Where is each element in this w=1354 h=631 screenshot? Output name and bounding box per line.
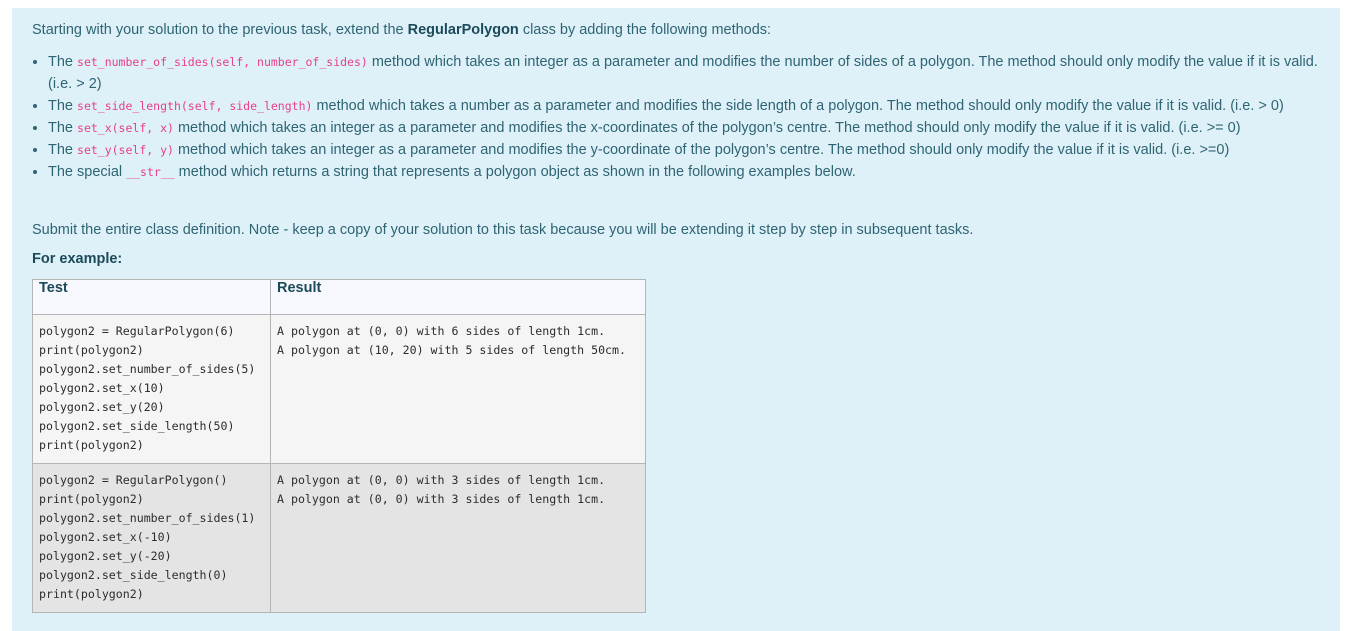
method-item: The set_side_length(self, side_length) m…	[48, 95, 1338, 117]
method-prefix: The	[48, 142, 78, 158]
result-output: A polygon at (0, 0) with 3 sides of leng…	[277, 473, 606, 506]
table-row: polygon2 = RegularPolygon() print(polygo…	[32, 463, 646, 613]
test-code: polygon2 = RegularPolygon() print(polygo…	[39, 473, 256, 601]
method-item: The set_x(self, x) method which takes an…	[48, 117, 1338, 139]
method-signature: set_number_of_sides(self, number_of_side…	[77, 55, 368, 69]
test-cell: polygon2 = RegularPolygon() print(polygo…	[32, 463, 271, 613]
result-cell: A polygon at (0, 0) with 6 sides of leng…	[270, 314, 646, 464]
intro-text: Starting with your solution to the previ…	[32, 22, 771, 38]
result-output: A polygon at (0, 0) with 6 sides of leng…	[277, 324, 627, 357]
test-code: polygon2 = RegularPolygon(6) print(polyg…	[39, 324, 256, 452]
for-example-heading: For example:	[32, 251, 123, 267]
method-signature: set_x(self, x)	[77, 121, 174, 135]
method-item: The set_number_of_sides(self, number_of_…	[48, 51, 1338, 95]
intro-prefix: Starting with your solution to the previ…	[32, 22, 408, 38]
submit-note: Submit the entire class definition. Note…	[32, 222, 974, 238]
method-description: method which takes an integer as a param…	[173, 142, 1230, 158]
method-signature: __str__	[126, 165, 175, 179]
header-result: Result	[270, 279, 646, 315]
table-header-row: Test Result	[32, 279, 646, 315]
table-row: polygon2 = RegularPolygon(6) print(polyg…	[32, 314, 646, 464]
question-text-panel: Starting with your solution to the previ…	[12, 8, 1340, 631]
method-list: The set_number_of_sides(self, number_of_…	[32, 51, 1338, 183]
header-test: Test	[32, 279, 271, 315]
method-prefix: The	[48, 120, 78, 136]
class-name: RegularPolygon	[407, 22, 519, 38]
method-description: method which takes an integer as a param…	[173, 120, 1241, 136]
examples-table: Test Result polygon2 = RegularPolygon(6)…	[32, 279, 646, 613]
method-prefix: The special	[48, 164, 127, 180]
intro-suffix: class by adding the following methods:	[518, 22, 772, 38]
method-prefix: The	[48, 54, 78, 70]
method-item: The set_y(self, y) method which takes an…	[48, 139, 1338, 161]
method-signature: set_side_length(self, side_length)	[77, 99, 313, 113]
method-description: method which takes a number as a paramet…	[312, 98, 1284, 114]
method-prefix: The	[48, 98, 78, 114]
test-cell: polygon2 = RegularPolygon(6) print(polyg…	[32, 314, 271, 464]
method-signature: set_y(self, y)	[77, 143, 174, 157]
method-item: The special __str__ method which returns…	[48, 161, 1338, 183]
result-cell: A polygon at (0, 0) with 3 sides of leng…	[270, 463, 646, 613]
method-description: method which returns a string that repre…	[174, 164, 856, 180]
